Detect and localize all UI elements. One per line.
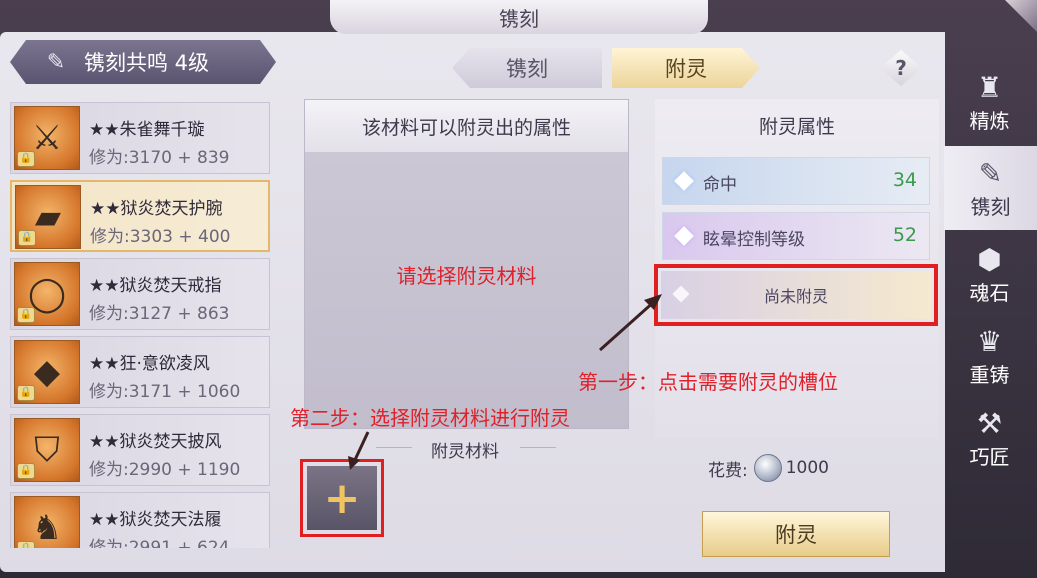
necklace-icon: ◆ 🔒 <box>14 340 80 404</box>
right-nav: ♜ 精炼 ✎ 镌刻 ⬢ 魂石 ♛ 重铸 ⚒ 巧匠 <box>942 60 1037 480</box>
nav-label: 镌刻 <box>970 194 1011 219</box>
cost-label: 花费: <box>708 460 748 481</box>
lock-icon: 🔒 <box>17 151 35 167</box>
anvil-icon: ⚒ <box>976 406 1003 440</box>
equipment-item[interactable]: ▰ 🔒 ★★狱炎焚天护腕 修为:3303 + 400 <box>10 180 270 252</box>
attr-value: 52 <box>892 224 917 246</box>
sword-icon: ⚔ 🔒 <box>14 106 80 170</box>
nav-soulstone[interactable]: ⬢ 魂石 <box>942 232 1037 316</box>
attr-name: 眩晕控制等级 <box>703 230 805 250</box>
attr-panel-header: 附灵属性 <box>758 115 835 138</box>
equipment-name: ★★狱炎焚天披风 <box>89 432 222 452</box>
equipment-power: 修为:2991 + 624 <box>89 538 230 548</box>
cost-amount: 1000 <box>785 458 829 478</box>
nav-recast[interactable]: ♛ 重铸 <box>942 314 1037 398</box>
attr-value: 34 <box>892 169 917 191</box>
attr-slot-1[interactable]: 命中 34 <box>662 157 930 205</box>
bracer-icon: ▰ 🔒 <box>15 185 81 249</box>
refine-icon: ♜ <box>976 70 1003 104</box>
lock-icon: 🔒 <box>18 230 36 246</box>
nav-label: 魂石 <box>969 280 1010 305</box>
resonance-banner[interactable]: ✎ 镌刻共鸣 4级 <box>10 40 276 84</box>
diamond-icon <box>674 171 694 191</box>
tab-enchant[interactable]: 附灵 <box>612 48 760 88</box>
material-label: 附灵材料 <box>431 442 499 462</box>
equipment-list[interactable]: ⚔ 🔒 ★★朱雀舞千璇 修为:3170 + 839 ▰ 🔒 ★★狱炎焚天护腕 修为:… <box>10 102 270 548</box>
nav-label: 精炼 <box>969 108 1010 133</box>
plus-icon: + <box>323 472 361 524</box>
lock-icon: 🔒 <box>17 385 35 401</box>
equipment-item[interactable]: ◆ 🔒 ★★狂·意欲凌风 修为:3171 + 1060 <box>10 336 270 408</box>
soulstone-icon: ⬢ <box>977 242 1002 276</box>
silver-coin-icon <box>753 454 782 482</box>
equipment-name: ★★狂·意欲凌风 <box>89 354 210 374</box>
window-title: 镌刻 <box>330 0 708 34</box>
engrave-icon: ✎ <box>978 156 1003 190</box>
equipment-name: ★★狱炎焚天法履 <box>89 510 222 530</box>
equipment-power: 修为:3171 + 1060 <box>89 382 241 402</box>
enchant-button[interactable]: 附灵 <box>702 511 890 557</box>
diamond-icon <box>672 285 690 303</box>
step2-arrow-icon <box>348 431 370 470</box>
boots-icon: ♞🔒 <box>14 496 80 548</box>
equipment-item[interactable]: ⛉ 🔒 ★★狱炎焚天披风 修为:2990 + 1190 <box>10 414 270 486</box>
select-material-prompt: 请选择附灵材料 <box>396 264 537 288</box>
material-panel-header: 该材料可以附灵出的属性 <box>305 100 628 152</box>
cloak-icon: ⛉ 🔒 <box>14 418 80 482</box>
step1-arrow-icon <box>599 294 662 352</box>
equipment-item[interactable]: ⚔ 🔒 ★★朱雀舞千璇 修为:3170 + 839 <box>10 102 270 174</box>
equipment-power: 修为:3170 + 839 <box>89 148 230 168</box>
engrave-hand-icon: ✎ <box>46 49 66 75</box>
attr-slot-3[interactable]: 尚未附灵 <box>654 264 938 326</box>
nav-refine[interactable]: ♜ 精炼 <box>942 60 1037 144</box>
nav-label: 巧匠 <box>969 444 1010 469</box>
lock-icon: 🔒 <box>17 307 35 323</box>
recast-icon: ♛ <box>976 324 1003 358</box>
material-slot[interactable]: + <box>300 459 384 537</box>
nav-label: 重铸 <box>969 362 1010 387</box>
attr-name: 命中 <box>703 175 737 195</box>
equipment-name: ★★朱雀舞千璇 <box>89 120 205 140</box>
ring-icon: ◯ 🔒 <box>14 262 80 326</box>
equipment-power: 修为:3127 + 863 <box>89 304 230 324</box>
equipment-item[interactable]: ♞🔒 ★★狱炎焚天法履 修为:2991 + 624 <box>10 492 270 548</box>
nav-engrave[interactable]: ✎ 镌刻 <box>944 146 1037 230</box>
add-material-button[interactable]: + <box>307 466 377 530</box>
equipment-item[interactable]: ◯ 🔒 ★★狱炎焚天戒指 修为:3127 + 863 <box>10 258 270 330</box>
resonance-label: 镌刻共鸣 4级 <box>84 51 210 75</box>
equipment-name: ★★狱炎焚天戒指 <box>89 276 222 296</box>
tab-engrave[interactable]: 镌刻 <box>452 48 602 88</box>
game-window: 镌刻 ✎ 镌刻共鸣 4级 ⚔ 🔒 ★★朱雀舞千璇 修为:3170 + 839 ▰ 🔒… <box>0 0 1037 578</box>
cost-display: 花费: 1000 <box>708 454 829 482</box>
close-button[interactable] <box>1005 0 1037 32</box>
nav-craftsman[interactable]: ⚒ 巧匠 <box>942 396 1037 480</box>
equipment-power: 修为:2990 + 1190 <box>89 460 241 480</box>
attr-slot-2[interactable]: 眩晕控制等级 52 <box>662 212 930 260</box>
equipment-name: ★★狱炎焚天护腕 <box>90 199 223 219</box>
diamond-icon <box>674 226 694 246</box>
step2-annotation: 第二步：选择附灵材料进行附灵 <box>290 406 570 430</box>
step1-annotation: 第一步：点击需要附灵的槽位 <box>578 370 838 394</box>
equipment-power: 修为:3303 + 400 <box>90 227 231 247</box>
lock-icon: 🔒 <box>17 541 35 548</box>
empty-slot-label: 尚未附灵 <box>763 287 828 306</box>
lock-icon: 🔒 <box>17 463 35 479</box>
